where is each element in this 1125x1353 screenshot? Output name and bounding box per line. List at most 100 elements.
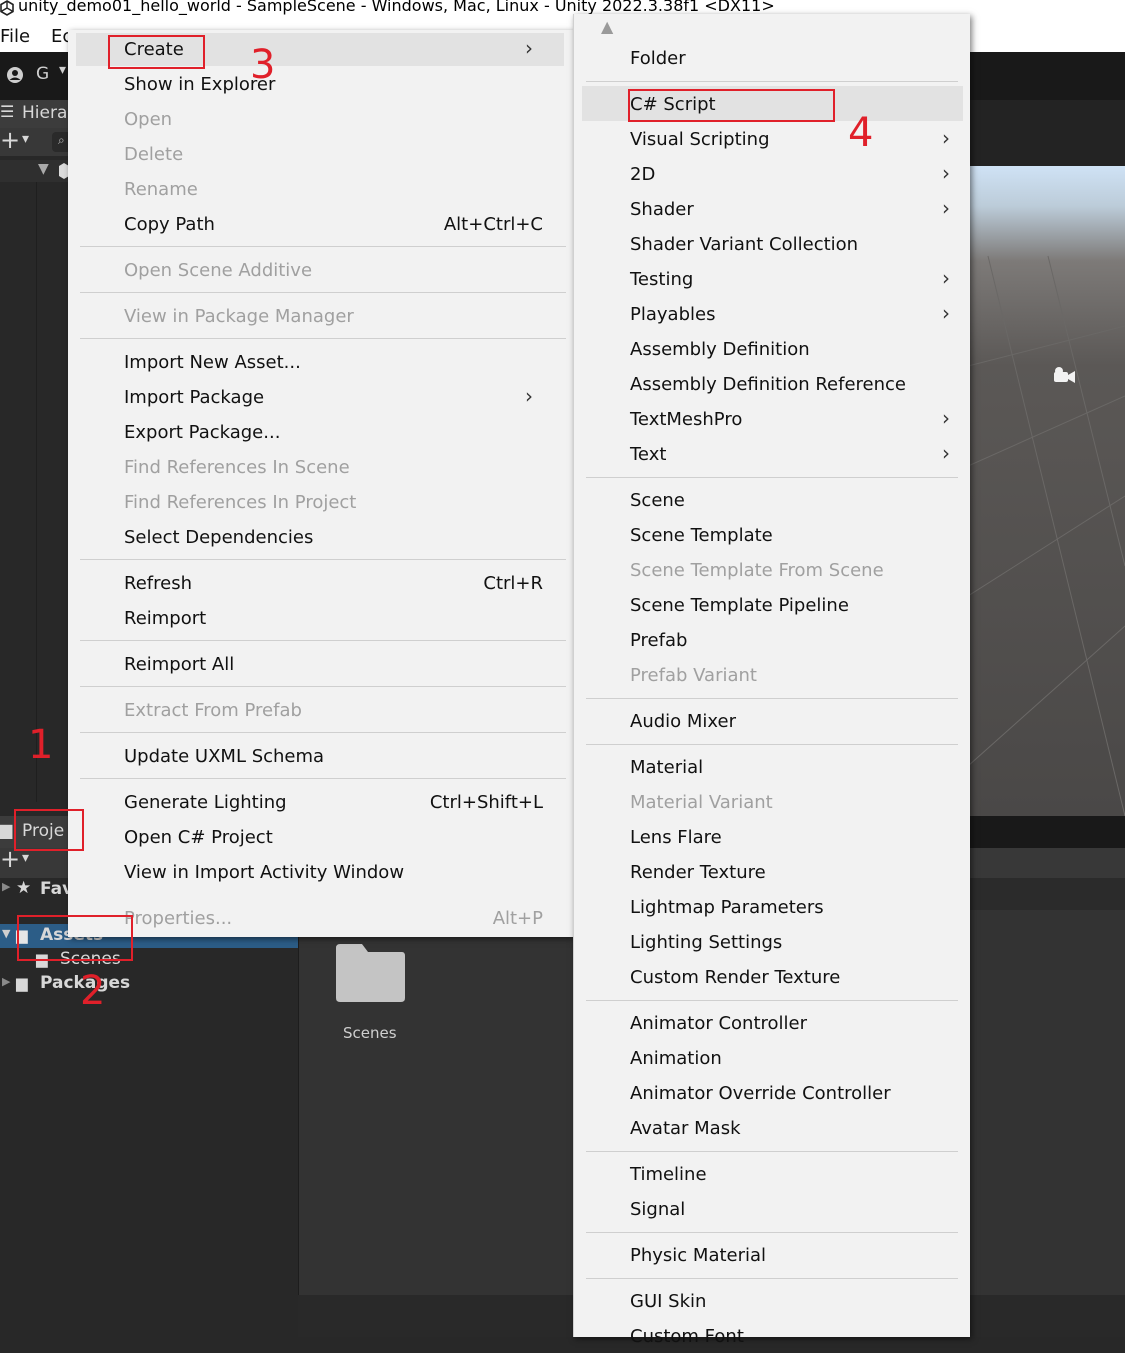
expand-arrow-icon[interactable]: ▶	[2, 880, 10, 893]
submenu-item[interactable]: Lens Flare	[630, 821, 950, 854]
submenu-item[interactable]: Visual Scripting ›	[630, 123, 950, 156]
annotation-number-1: 1	[28, 722, 54, 768]
menu-separator	[586, 477, 958, 478]
menu-item[interactable]: Import Package ›	[124, 381, 543, 414]
submenu-item[interactable]: Shader ›	[630, 193, 950, 226]
submenu-item-label: Visual Scripting	[630, 129, 770, 150]
menu-item: Open Scene Additive	[124, 254, 543, 287]
submenu-item[interactable]: Animator Override Controller	[630, 1077, 950, 1110]
submenu-item-label: Prefab Variant	[630, 665, 757, 686]
account-button[interactable]: G ▾	[4, 62, 74, 88]
submenu-item-label: Text	[630, 444, 667, 465]
menu-separator	[586, 744, 958, 745]
submenu-item[interactable]: 2D ›	[630, 158, 950, 191]
menu-item: Open	[124, 103, 543, 136]
submenu-item[interactable]: Timeline	[630, 1158, 950, 1191]
chevron-right-icon: ›	[942, 161, 950, 185]
submenu-item[interactable]: Custom Render Texture	[630, 961, 950, 994]
menu-item[interactable]: Copy Path Alt+Ctrl+C	[124, 208, 543, 241]
menu-separator	[80, 246, 566, 247]
submenu-item[interactable]: Physic Material	[630, 1239, 950, 1272]
submenu-item[interactable]: Prefab	[630, 624, 950, 657]
add-icon[interactable]: +	[0, 126, 20, 154]
menu-separator	[80, 292, 566, 293]
submenu-item[interactable]: Lightmap Parameters	[630, 891, 950, 924]
menu-separator	[80, 640, 566, 641]
menu-item-label: Find References In Scene	[124, 457, 350, 478]
menu-item-label: Find References In Project	[124, 492, 357, 513]
chevron-down-icon[interactable]: ▾	[22, 131, 29, 147]
account-label: G	[36, 64, 50, 84]
menu-item-label: Generate Lighting	[124, 792, 287, 813]
submenu-item[interactable]: Scene Template	[630, 519, 950, 552]
submenu-item-label: Animation	[630, 1048, 722, 1069]
submenu-item[interactable]: Folder	[630, 42, 950, 75]
asset-folder-label: Scenes	[343, 1024, 397, 1042]
submenu-item[interactable]: Text ›	[630, 438, 950, 471]
submenu-item[interactable]: Render Texture	[630, 856, 950, 889]
submenu-item-label: Scene Template Pipeline	[630, 595, 849, 616]
expand-arrow-icon[interactable]: ▶	[2, 975, 10, 988]
scene-grid	[968, 255, 1125, 816]
submenu-item[interactable]: Animation	[630, 1042, 950, 1075]
menu-item: Properties... Alt+P	[124, 902, 543, 935]
menu-item-shortcut: Alt+Ctrl+C	[443, 214, 543, 235]
submenu-item[interactable]: Assembly Definition	[630, 333, 950, 366]
submenu-item-label: Scene Template From Scene	[630, 560, 884, 581]
window-title: unity_demo01_hello_world - SampleScene -…	[18, 0, 775, 15]
menu-item[interactable]: Refresh Ctrl+R	[124, 567, 543, 600]
menu-item-label: Copy Path	[124, 214, 215, 235]
submenu-item[interactable]: Lighting Settings	[630, 926, 950, 959]
submenu-item-label: GUI Skin	[630, 1291, 707, 1312]
menu-item[interactable]: View in Import Activity Window	[124, 856, 543, 889]
menu-item[interactable]: Show in Explorer	[124, 68, 543, 101]
expand-arrow-icon[interactable]: ▼	[38, 161, 49, 177]
menu-separator	[586, 1000, 958, 1001]
menu-item[interactable]: Generate Lighting Ctrl+Shift+L	[124, 786, 543, 819]
submenu-item-label: Lens Flare	[630, 827, 722, 848]
submenu-item-label: Shader	[630, 199, 694, 220]
menu-separator	[80, 559, 566, 560]
submenu-item: Scene Template From Scene	[630, 554, 950, 587]
submenu-item-label: Lighting Settings	[630, 932, 783, 953]
tree-item-packages[interactable]: ▶ ▆ Packages	[0, 972, 298, 996]
account-icon	[7, 67, 23, 83]
menu-item[interactable]: Reimport	[124, 602, 543, 635]
menu-file[interactable]: File	[0, 26, 30, 47]
menu-item-label: Extract From Prefab	[124, 700, 302, 721]
chevron-down-icon[interactable]: ▾	[22, 850, 29, 866]
chevron-right-icon: ›	[942, 406, 950, 430]
menu-separator	[586, 698, 958, 699]
camera-gizmo-icon[interactable]	[1052, 366, 1078, 386]
scene-view[interactable]	[968, 166, 1125, 816]
menu-item-label: Delete	[124, 144, 184, 165]
submenu-item[interactable]: Shader Variant Collection	[630, 228, 950, 261]
submenu-item[interactable]: Signal	[630, 1193, 950, 1226]
menu-item[interactable]: Update UXML Schema	[124, 740, 543, 773]
submenu-item[interactable]: Material	[630, 751, 950, 784]
menu-item[interactable]: Select Dependencies	[124, 521, 543, 554]
menu-item[interactable]: Export Package...	[124, 416, 543, 449]
submenu-item[interactable]: Assembly Definition Reference	[630, 368, 950, 401]
submenu-item[interactable]: Animator Controller	[630, 1007, 950, 1040]
menu-separator	[80, 338, 566, 339]
submenu-item[interactable]: Audio Mixer	[630, 705, 950, 738]
expand-arrow-icon[interactable]: ▼	[2, 927, 10, 940]
submenu-item[interactable]: GUI Skin	[630, 1285, 950, 1318]
submenu-item[interactable]: Scene Template Pipeline	[630, 589, 950, 622]
scroll-up-icon[interactable]: ▲	[601, 17, 613, 36]
menu-item: Extract From Prefab	[124, 694, 543, 727]
menu-item[interactable]: Reimport All	[124, 648, 543, 681]
submenu-item[interactable]: Avatar Mask	[630, 1112, 950, 1145]
menu-item: Delete	[124, 138, 543, 171]
submenu-item[interactable]: Testing ›	[630, 263, 950, 296]
hierarchy-scene-row[interactable]: ▼	[0, 160, 69, 182]
menu-item[interactable]: Open C# Project	[124, 821, 543, 854]
menu-separator	[586, 81, 958, 82]
asset-folder-scenes[interactable]: Scenes	[334, 942, 406, 1042]
submenu-item[interactable]: TextMeshPro ›	[630, 403, 950, 436]
submenu-item[interactable]: Scene	[630, 484, 950, 517]
annotation-box-project-tab	[14, 809, 84, 851]
submenu-item[interactable]: Playables ›	[630, 298, 950, 331]
menu-item[interactable]: Import New Asset...	[124, 346, 543, 379]
